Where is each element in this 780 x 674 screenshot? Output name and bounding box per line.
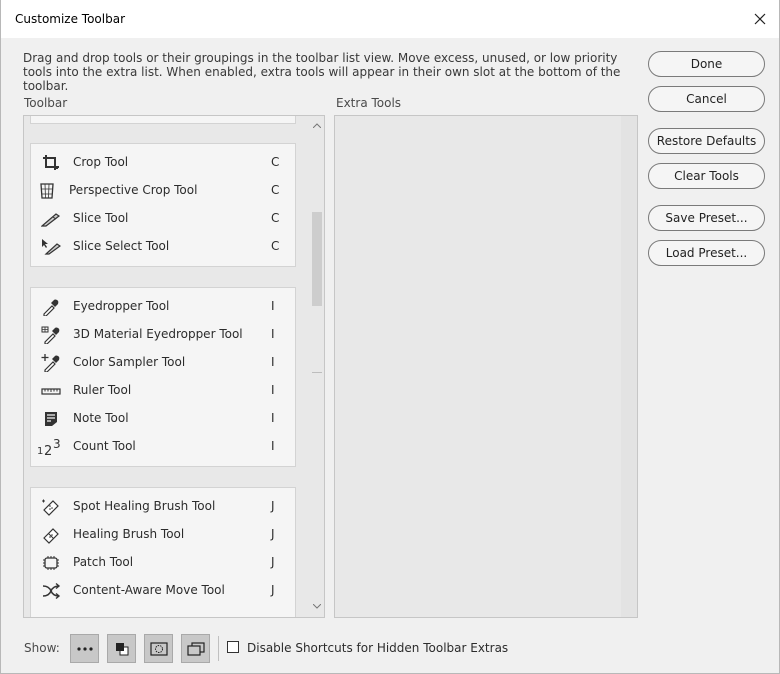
close-button[interactable] bbox=[747, 6, 773, 32]
healing-brush-icon bbox=[41, 526, 61, 544]
tool-name: Eyedropper Tool bbox=[73, 299, 170, 313]
show-label: Show: bbox=[24, 641, 60, 655]
crop-icon bbox=[41, 154, 61, 172]
tool-shortcut: I bbox=[271, 439, 275, 453]
toolbar-list-label: Toolbar bbox=[24, 96, 68, 110]
tool-item[interactable]: Perspective Crop Tool C bbox=[31, 177, 295, 205]
eyedropper-icon bbox=[41, 298, 61, 316]
tool-shortcut: J bbox=[271, 583, 275, 597]
tool-name: Count Tool bbox=[73, 439, 136, 453]
spot-healing-icon bbox=[41, 498, 61, 516]
tool-item[interactable]: Slice Select Tool C bbox=[31, 233, 295, 261]
disable-shortcuts-label[interactable]: Disable Shortcuts for Hidden Toolbar Ext… bbox=[247, 641, 508, 655]
tool-shortcut: C bbox=[271, 183, 280, 197]
clear-tools-button[interactable]: Clear Tools bbox=[648, 163, 765, 189]
load-preset-button[interactable]: Load Preset... bbox=[648, 240, 765, 266]
perspective-crop-icon bbox=[37, 182, 57, 200]
disable-shortcuts-checkbox[interactable] bbox=[227, 641, 239, 653]
tool-group-eyedropper[interactable]: Eyedropper Tool I 3D Material Eyedropper… bbox=[30, 287, 296, 467]
close-icon bbox=[754, 13, 766, 25]
cancel-button[interactable]: Cancel bbox=[648, 86, 765, 112]
screen-mode-icon bbox=[186, 641, 205, 656]
instructions-text: Drag and drop tools or their groupings i… bbox=[23, 51, 621, 93]
quick-mask-icon bbox=[149, 641, 168, 656]
tool-name: Patch Tool bbox=[73, 555, 134, 569]
scroll-down-icon[interactable] bbox=[313, 604, 321, 609]
tool-name: Spot Healing Brush Tool bbox=[73, 499, 216, 513]
dialog-title: Customize Toolbar bbox=[15, 12, 126, 26]
tool-name: Content-Aware Move Tool bbox=[73, 583, 225, 597]
tool-name: Crop Tool bbox=[73, 155, 129, 169]
tool-name: Perspective Crop Tool bbox=[69, 183, 198, 197]
ruler-icon bbox=[41, 382, 61, 400]
tool-shortcut: C bbox=[271, 239, 280, 253]
tool-shortcut: J bbox=[271, 527, 275, 541]
note-icon bbox=[41, 410, 61, 428]
tool-item[interactable]: Note Tool I bbox=[31, 405, 295, 433]
scroll-up-icon[interactable] bbox=[313, 123, 321, 128]
extra-tools-scrollbar[interactable] bbox=[621, 116, 637, 617]
tool-item[interactable]: Slice Tool C bbox=[31, 205, 295, 233]
tool-shortcut: I bbox=[271, 327, 275, 341]
tool-item[interactable]: 3D Material Eyedropper Tool I bbox=[31, 321, 295, 349]
scrollbar-tick bbox=[312, 372, 322, 373]
tool-shortcut: C bbox=[271, 155, 280, 169]
tool-item[interactable]: Crop Tool C bbox=[31, 149, 295, 177]
tool-item[interactable]: Patch Tool J bbox=[31, 549, 295, 577]
scrollbar-thumb[interactable] bbox=[312, 212, 322, 306]
3d-material-eyedropper-icon bbox=[41, 326, 61, 344]
extra-tools-label: Extra Tools bbox=[336, 96, 402, 110]
patch-icon bbox=[41, 554, 61, 572]
tool-shortcut: J bbox=[271, 555, 275, 569]
tool-item[interactable]: Spot Healing Brush Tool J bbox=[31, 493, 295, 521]
save-preset-button[interactable]: Save Preset... bbox=[648, 205, 765, 231]
tool-name: Note Tool bbox=[73, 411, 129, 425]
show-quick-mask-button[interactable] bbox=[144, 634, 173, 663]
count-icon: 123 bbox=[35, 438, 63, 456]
tool-item[interactable]: Content-Aware Move Tool J bbox=[31, 577, 295, 605]
tool-name: 3D Material Eyedropper Tool bbox=[73, 327, 243, 341]
tool-shortcut: J bbox=[271, 499, 275, 513]
tool-name: Slice Select Tool bbox=[73, 239, 170, 253]
tool-shortcut: C bbox=[271, 211, 280, 225]
title-bar: Customize Toolbar bbox=[1, 0, 779, 38]
show-fg-bg-color-button[interactable] bbox=[107, 634, 136, 663]
tool-shortcut: I bbox=[271, 411, 275, 425]
svg-text:1: 1 bbox=[37, 446, 43, 456]
content-aware-move-icon bbox=[41, 582, 61, 600]
fg-bg-color-icon bbox=[115, 642, 128, 655]
toolbar-list-scrollbar[interactable] bbox=[309, 116, 324, 617]
show-screen-mode-button[interactable] bbox=[181, 634, 210, 663]
color-sampler-icon bbox=[41, 354, 61, 372]
tool-name: Color Sampler Tool bbox=[73, 355, 186, 369]
restore-defaults-button[interactable]: Restore Defaults bbox=[648, 128, 765, 154]
toolbar-list[interactable]: Crop Tool C Perspective Crop Tool C Slic… bbox=[23, 115, 325, 618]
tool-name: Ruler Tool bbox=[73, 383, 132, 397]
tool-item[interactable]: Eyedropper Tool I bbox=[31, 293, 295, 321]
svg-text:2: 2 bbox=[44, 444, 52, 456]
customize-toolbar-dialog: Customize Toolbar Drag and drop tools or… bbox=[0, 0, 780, 674]
tool-group-crop[interactable]: Crop Tool C Perspective Crop Tool C Slic… bbox=[30, 143, 296, 267]
done-button[interactable]: Done bbox=[648, 51, 765, 77]
tool-item[interactable]: 123 Count Tool I bbox=[31, 433, 295, 461]
tool-group-partial[interactable] bbox=[30, 116, 296, 124]
separator bbox=[218, 636, 219, 661]
tool-item[interactable]: Color Sampler Tool I bbox=[31, 349, 295, 377]
tool-name: Healing Brush Tool bbox=[73, 527, 185, 541]
extra-tools-list[interactable] bbox=[334, 115, 638, 618]
svg-text:3: 3 bbox=[53, 438, 61, 451]
slice-select-icon bbox=[41, 238, 61, 256]
tool-name: Slice Tool bbox=[73, 211, 129, 225]
tool-group-healing[interactable]: Spot Healing Brush Tool J Healing Brush … bbox=[30, 487, 296, 617]
slice-icon bbox=[41, 210, 61, 228]
tool-shortcut: I bbox=[271, 383, 275, 397]
tool-item[interactable]: Healing Brush Tool J bbox=[31, 521, 295, 549]
show-extra-tools-button[interactable] bbox=[70, 634, 99, 663]
more-icon bbox=[76, 646, 93, 651]
tool-shortcut: I bbox=[271, 299, 275, 313]
tool-shortcut: I bbox=[271, 355, 275, 369]
tool-item[interactable]: Ruler Tool I bbox=[31, 377, 295, 405]
